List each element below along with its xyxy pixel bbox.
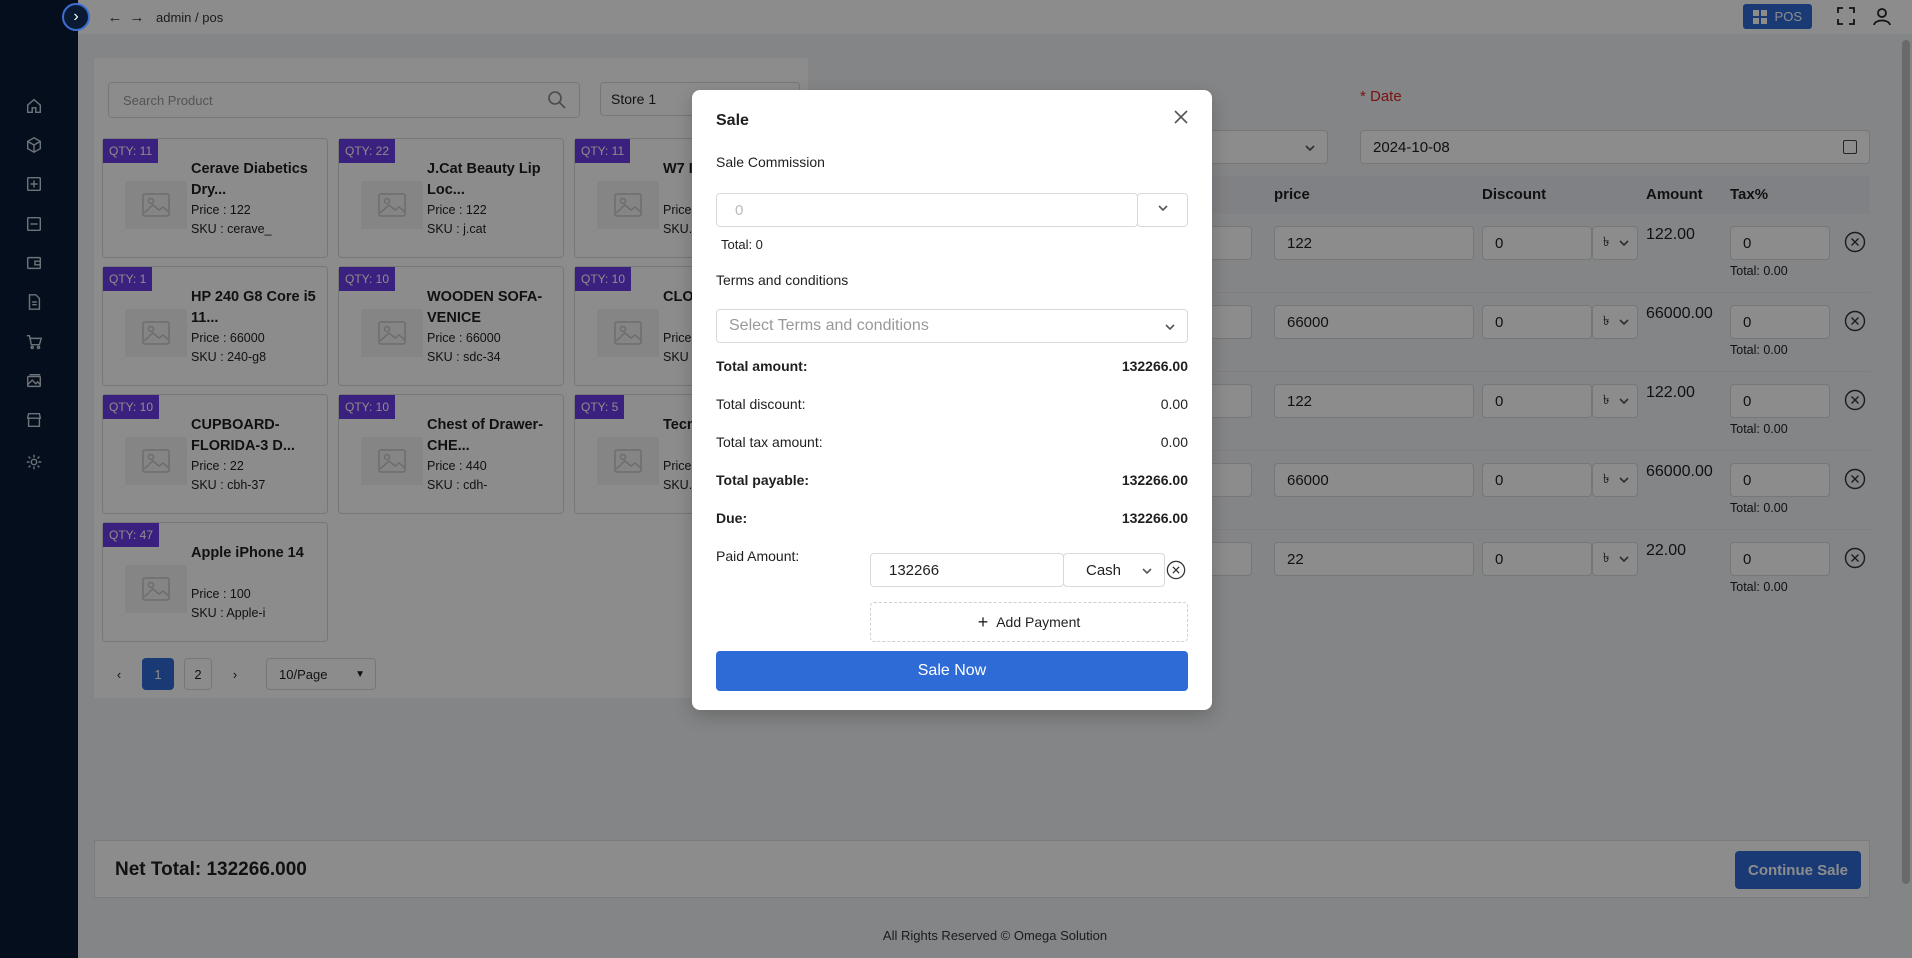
commission-type-select[interactable] [1137, 193, 1188, 227]
close-icon[interactable] [1172, 108, 1192, 128]
commission-label: Sale Commission [716, 154, 825, 170]
terms-label: Terms and conditions [716, 272, 849, 288]
chevron-down-icon [1163, 320, 1177, 339]
chevron-down-icon [1156, 201, 1170, 219]
remove-payment-icon[interactable] [1166, 560, 1186, 580]
paid-amount-value: 132266 [889, 561, 940, 579]
sale-now-button[interactable]: Sale Now [716, 651, 1188, 691]
summary-due: Due: 132266.00 [716, 510, 1188, 526]
commission-input[interactable]: 0 [716, 193, 1138, 227]
terms-select[interactable]: Select Terms and conditions [716, 309, 1188, 343]
paid-amount-input[interactable]: 132266 [870, 553, 1064, 587]
modal-title: Sale [716, 112, 749, 129]
payment-method-value: Cash [1086, 561, 1122, 579]
commission-total: Total: 0 [721, 237, 763, 252]
chevron-down-icon [1140, 564, 1154, 582]
commission-placeholder: 0 [735, 201, 744, 219]
sidebar-toggle-button[interactable]: › [62, 3, 90, 31]
paid-amount-label: Paid Amount: [716, 548, 800, 564]
summary-total-tax: Total tax amount: 0.00 [716, 434, 1188, 450]
payment-method-select[interactable]: Cash [1063, 553, 1165, 587]
summary-total-discount: Total discount: 0.00 [716, 396, 1188, 412]
plus-icon: + [977, 612, 989, 632]
summary-total-payable: Total payable: 132266.00 [716, 472, 1188, 488]
summary-total-amount: Total amount: 132266.00 [716, 358, 1188, 374]
add-payment-label: Add Payment [996, 614, 1081, 630]
add-payment-button[interactable]: + Add Payment [870, 602, 1188, 642]
terms-placeholder: Select Terms and conditions [729, 317, 929, 334]
sale-modal: Sale Sale Commission 0 Total: 0 Terms an… [692, 90, 1212, 710]
